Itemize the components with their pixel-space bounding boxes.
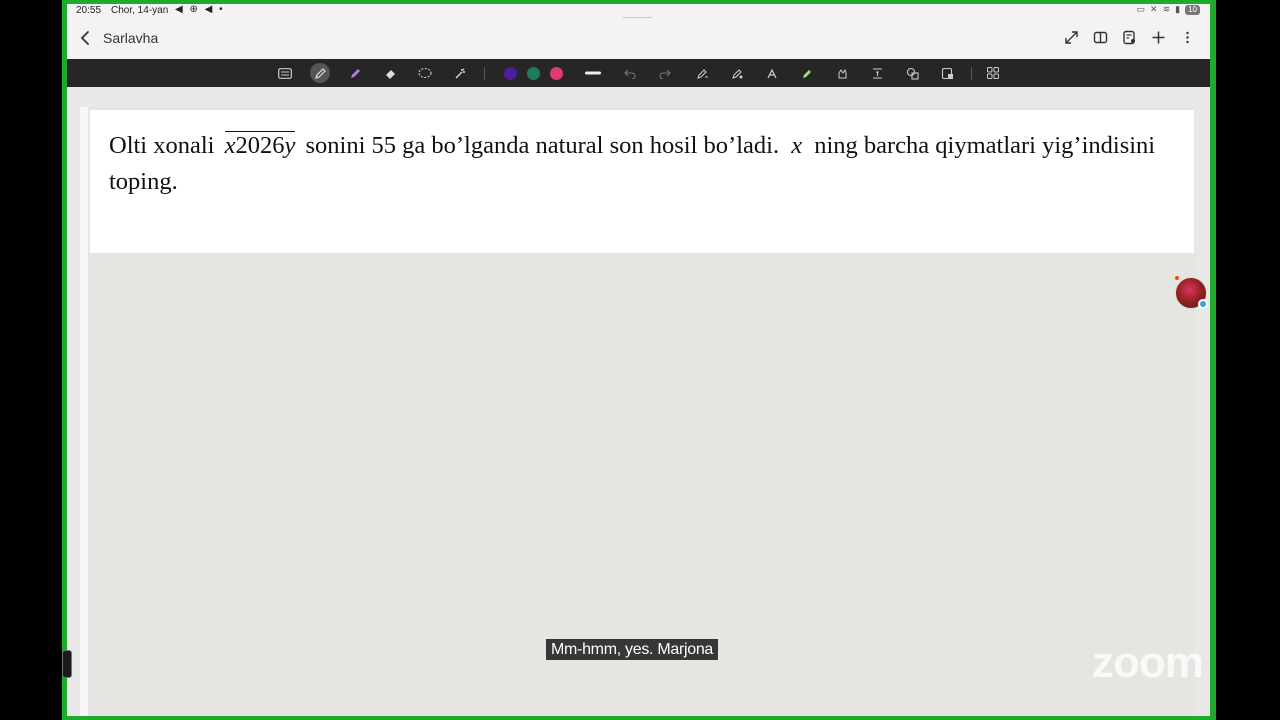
shapes-icon[interactable] (902, 63, 922, 83)
toolbar-divider (971, 67, 972, 80)
avatar-status-dot (1175, 276, 1179, 280)
problem-statement: Olti xonali x2026y sonini 55 ga bo’lgand… (109, 128, 1189, 200)
color-swatch-purple[interactable] (504, 67, 517, 80)
app-header: Sarlavha (67, 18, 1210, 59)
drawing-toolbar (67, 59, 1210, 87)
highlighter-icon[interactable] (345, 63, 365, 83)
avatar-badge-icon (1198, 299, 1208, 309)
hand-icon[interactable] (832, 63, 852, 83)
image-insert-icon[interactable] (937, 63, 957, 83)
redo-icon[interactable] (655, 63, 675, 83)
header-actions (1063, 29, 1196, 46)
signal-icon: ▮ (1175, 4, 1181, 14)
pen-tool-icon[interactable] (310, 63, 330, 83)
shared-tablet-screen: 20:55 Chor, 14-yan ◀ ⊕ ◀ • ▭ ✕ ≋ ▮ 10 Sa… (67, 4, 1210, 716)
problem-text-middle: sonini 55 ga bo’lganda natural son hosil… (305, 132, 780, 159)
color-swatch-pink[interactable] (550, 67, 563, 80)
overline-var-x: x (224, 132, 236, 159)
mute-icon: ✕ (1150, 4, 1158, 14)
page-title[interactable]: Sarlavha (103, 30, 158, 46)
live-caption: Mm-hmm, yes. Marjona (546, 639, 719, 660)
status-bar: 20:55 Chor, 14-yan ◀ ⊕ ◀ • ▭ ✕ ≋ ▮ 10 (67, 4, 1210, 18)
variable-x: x (791, 132, 803, 159)
add-icon[interactable] (1150, 29, 1167, 46)
battery-indicator: 10 (1185, 4, 1200, 15)
more-options-icon[interactable] (1179, 29, 1196, 46)
back-arrow-icon[interactable] (79, 30, 93, 46)
overline-var-y: y (284, 132, 296, 159)
shape-pen-icon[interactable] (762, 63, 782, 83)
apps-grid-icon[interactable] (983, 63, 1003, 83)
side-panel-handle[interactable] (62, 650, 72, 678)
notification-icons: ◀ ⊕ ◀ • (175, 4, 225, 15)
note-page[interactable]: Olti xonali x2026y sonini 55 ga bo’lgand… (80, 107, 1196, 716)
expand-icon[interactable] (1063, 29, 1080, 46)
problem-image: Olti xonali x2026y sonini 55 ga bo’lgand… (90, 110, 1194, 253)
zoom-watermark: zoom (1092, 638, 1204, 687)
eraser-icon[interactable] (380, 63, 400, 83)
toolbar-divider (484, 67, 485, 80)
cast-icon: ▭ (1136, 4, 1146, 14)
lasso-icon[interactable] (415, 63, 435, 83)
undo-icon[interactable] (619, 63, 639, 83)
pen-settings-icon[interactable] (692, 63, 712, 83)
wifi-icon: ≋ (1162, 4, 1171, 14)
status-indicators: ▭ ✕ ≋ ▮ 10 (1137, 4, 1200, 15)
pencil-icon[interactable] (727, 63, 747, 83)
page-edge (80, 107, 88, 716)
problem-text-before: Olti xonali (109, 132, 215, 159)
keyboard-icon[interactable] (275, 63, 295, 83)
overline-digits: 2026 (235, 132, 285, 159)
document-settings-icon[interactable] (1121, 29, 1138, 46)
text-tool-icon[interactable] (867, 63, 887, 83)
color-swatch-green[interactable] (527, 67, 540, 80)
status-date: Chor, 14-yan (111, 5, 169, 16)
stroke-width-icon[interactable] (583, 63, 603, 83)
book-icon[interactable] (1092, 29, 1109, 46)
status-time: 20:55 (76, 5, 102, 16)
overlined-number: x2026y (224, 131, 296, 159)
magic-wand-icon[interactable] (450, 63, 470, 83)
marker-icon[interactable] (797, 63, 817, 83)
